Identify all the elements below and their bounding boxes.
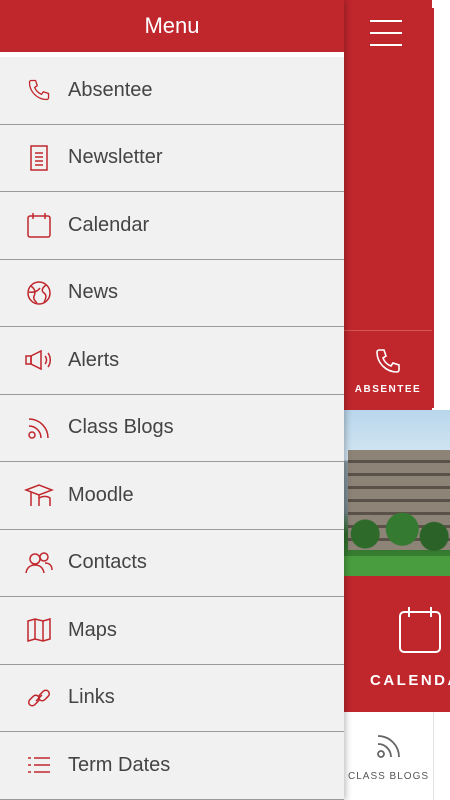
- document-icon: [0, 145, 68, 171]
- absentee-tile-label: ABSENTEE: [354, 384, 422, 395]
- class-blogs-tile-label: CLASS BLOGS: [347, 770, 430, 782]
- menu-item-label: Maps: [68, 618, 117, 641]
- menu-item-label: Absentee: [68, 78, 153, 101]
- link-icon: [0, 685, 68, 711]
- menu-item-alerts[interactable]: Alerts: [0, 327, 344, 395]
- menu-item-term-dates[interactable]: Term Dates: [0, 732, 344, 800]
- menu-item-links[interactable]: Links: [0, 665, 344, 732]
- content-strip: [432, 0, 450, 410]
- calendar-tile[interactable]: CALENDA: [344, 576, 450, 712]
- menu-item-label: Class Blogs: [68, 416, 174, 439]
- background-app: ABSENTEE CALENDA CLASS BLOGS: [344, 0, 450, 800]
- menu-item-label: Calendar: [68, 213, 150, 236]
- drawer-title: Menu: [0, 0, 344, 52]
- menu-item-moodle[interactable]: Moodle: [0, 462, 344, 530]
- rss-icon: [374, 731, 404, 761]
- phone-icon: [373, 346, 403, 376]
- menu-list: Absentee Newsletter Calendar News Alerts…: [0, 57, 344, 800]
- menu-item-label: Moodle: [68, 483, 134, 506]
- calendar-icon: [398, 606, 442, 654]
- menu-item-newsletter[interactable]: Newsletter: [0, 125, 344, 192]
- hamburger-menu-icon[interactable]: [370, 20, 402, 46]
- menu-item-label: News: [68, 281, 119, 304]
- navigation-drawer: Menu Absentee Newsletter Calendar News A…: [0, 0, 344, 800]
- menu-item-calendar[interactable]: Calendar: [0, 192, 344, 260]
- menu-item-label: Links: [68, 686, 115, 709]
- menu-item-label: Term Dates: [68, 753, 171, 776]
- globe-icon: [0, 280, 68, 306]
- graduation-cap-icon: [0, 482, 68, 508]
- people-icon: [0, 550, 68, 576]
- app-header: [344, 0, 432, 330]
- school-photo: [344, 410, 450, 576]
- calendar-tile-label: CALENDA: [370, 672, 450, 689]
- phone-icon: [0, 77, 68, 103]
- megaphone-icon: [0, 347, 68, 373]
- menu-item-label: Contacts: [68, 551, 147, 574]
- menu-item-maps[interactable]: Maps: [0, 597, 344, 665]
- list-icon: [0, 752, 68, 778]
- map-icon: [0, 617, 68, 643]
- menu-item-news[interactable]: News: [0, 260, 344, 327]
- class-blogs-tile[interactable]: CLASS BLOGS: [344, 712, 434, 800]
- menu-item-absentee[interactable]: Absentee: [0, 57, 344, 125]
- menu-item-label: Newsletter: [68, 146, 163, 169]
- menu-item-class-blogs[interactable]: Class Blogs: [0, 395, 344, 462]
- calendar-icon: [0, 212, 68, 238]
- menu-item-contacts[interactable]: Contacts: [0, 530, 344, 597]
- absentee-tile[interactable]: ABSENTEE: [344, 330, 432, 410]
- menu-item-label: Alerts: [68, 348, 120, 371]
- rss-icon: [0, 415, 68, 441]
